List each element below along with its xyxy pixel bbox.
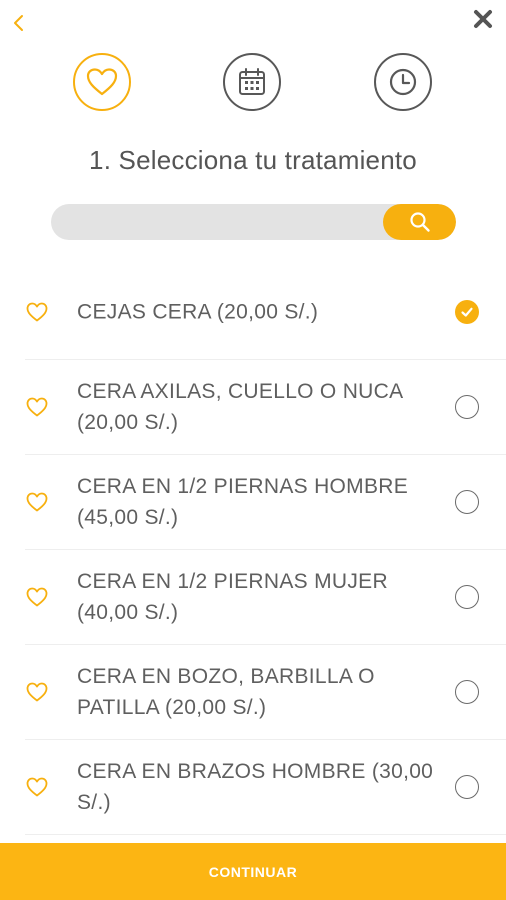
close-icon — [474, 10, 492, 28]
treatment-label: CERA EN 1/2 PIERNAS MUJER (40,00 S/.) — [77, 570, 388, 624]
heart-icon[interactable] — [25, 586, 49, 608]
step-treatment[interactable] — [73, 53, 131, 111]
page-title: 1. Selecciona tu tratamiento — [89, 145, 417, 175]
back-button[interactable] — [8, 10, 30, 36]
continue-button[interactable]: CONTINUAR — [0, 843, 506, 900]
treatment-label: CERA EN BRAZOS HOMBRE (30,00 S/.) — [77, 760, 434, 814]
heart-icon — [86, 68, 118, 96]
heart-icon[interactable] — [25, 301, 49, 323]
radio-selected[interactable] — [455, 300, 479, 324]
clock-icon — [389, 68, 417, 96]
heart-icon[interactable] — [25, 396, 49, 418]
step-time[interactable] — [374, 53, 432, 111]
list-item[interactable]: CERA AXILAS, CUELLO O NUCA (20,00 S/.) — [25, 360, 506, 455]
treatment-label: CERA AXILAS, CUELLO O NUCA (20,00 S/.) — [77, 380, 403, 434]
step-date[interactable] — [223, 53, 281, 111]
search-input[interactable] — [51, 204, 381, 240]
list-item[interactable]: CERA EN BRAZOS HOMBRE (30,00 S/.) — [25, 740, 506, 835]
chevron-left-icon — [14, 15, 23, 31]
treatment-label: CERA EN 1/2 PIERNAS HOMBRE (45,00 S/.) — [77, 475, 409, 529]
heart-icon[interactable] — [25, 681, 49, 703]
heart-icon[interactable] — [25, 776, 49, 798]
list-item[interactable]: CERA EN BOZO, BARBILLA O PATILLA (20,00 … — [25, 645, 506, 740]
step-indicator — [0, 53, 506, 115]
list-item[interactable]: CEJAS CERA (20,00 S/.) — [25, 265, 506, 360]
check-icon — [461, 307, 473, 317]
radio-button[interactable] — [455, 680, 479, 704]
radio-button[interactable] — [455, 585, 479, 609]
treatment-label: CEJAS CERA (20,00 S/.) — [77, 300, 319, 324]
search-bar — [51, 204, 456, 240]
search-button[interactable] — [383, 204, 456, 240]
treatment-label: CERA EN BOZO, BARBILLA O PATILLA (20,00 … — [77, 665, 375, 719]
close-button[interactable] — [470, 6, 496, 32]
list-item[interactable]: CERA EN 1/2 PIERNAS MUJER (40,00 S/.) — [25, 550, 506, 645]
heart-icon[interactable] — [25, 491, 49, 513]
radio-button[interactable] — [455, 775, 479, 799]
radio-button[interactable] — [455, 490, 479, 514]
radio-button[interactable] — [455, 395, 479, 419]
treatment-list: CEJAS CERA (20,00 S/.) CERA AXILAS, CUEL… — [25, 265, 506, 835]
calendar-icon — [239, 68, 265, 95]
search-icon — [409, 212, 430, 232]
list-item[interactable]: CERA EN 1/2 PIERNAS HOMBRE (45,00 S/.) — [25, 455, 506, 550]
